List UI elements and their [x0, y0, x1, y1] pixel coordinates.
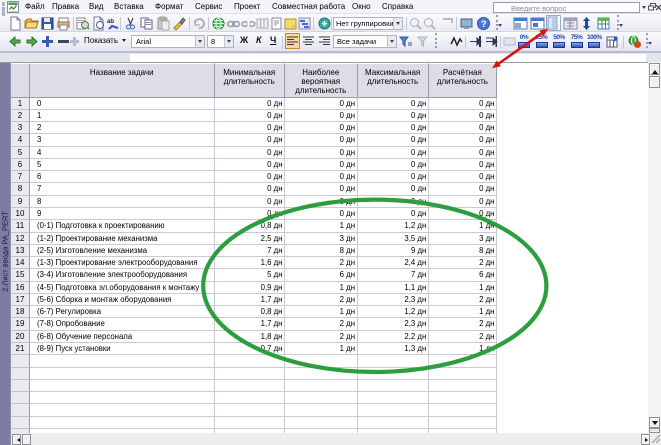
svg-text:ab: ab: [107, 19, 114, 25]
svg-text:?: ?: [481, 19, 487, 29]
